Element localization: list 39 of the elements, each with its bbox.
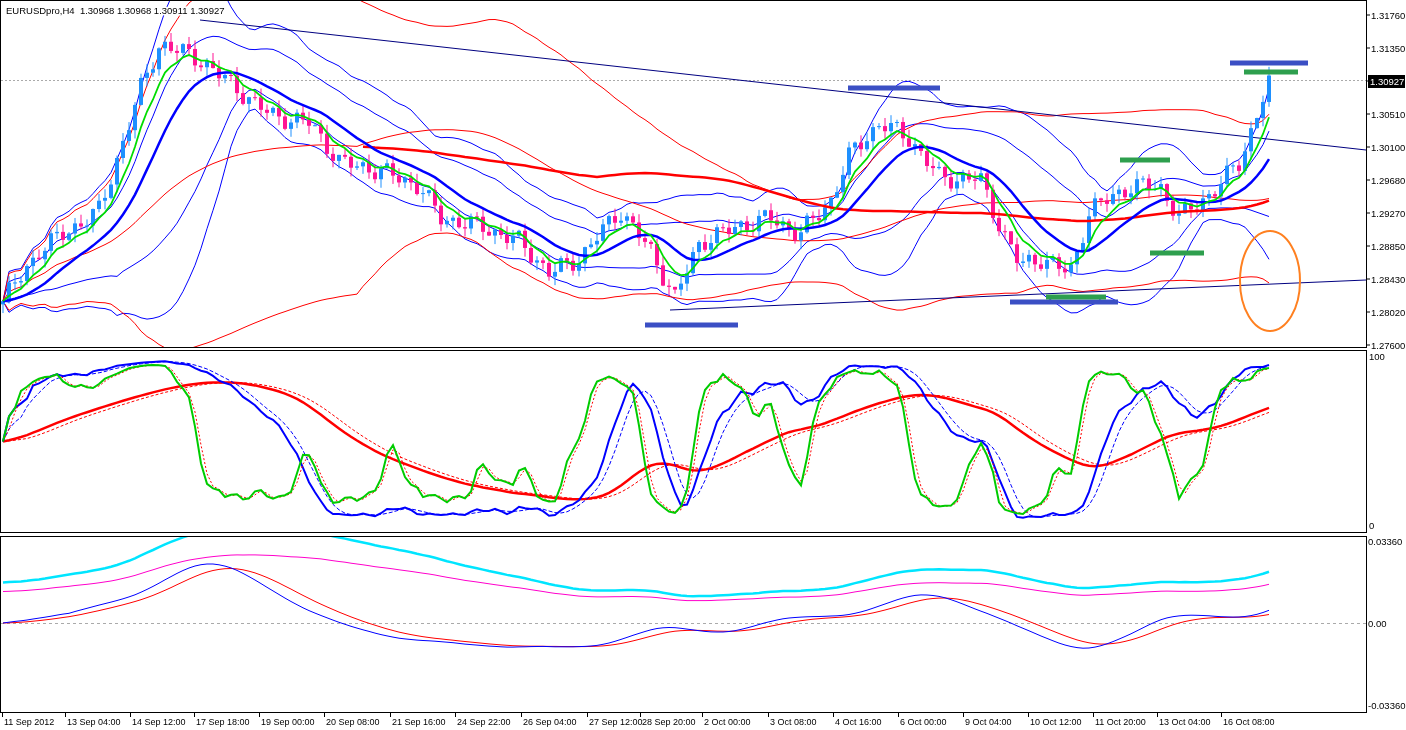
time-label: 13 Sep 04:00 [67, 717, 121, 727]
axis-label: 1.31350 [1371, 43, 1406, 54]
time-label: 10 Oct 12:00 [1030, 717, 1082, 727]
axis-label: 0.03360 [1368, 536, 1403, 547]
axis-label: 1.28430 [1371, 274, 1406, 285]
time-label: 20 Sep 08:00 [326, 717, 380, 727]
time-label: 13 Oct 04:00 [1159, 717, 1211, 727]
axis-label: 1.28020 [1371, 307, 1406, 318]
level-marker [1244, 69, 1298, 75]
axis-label: 1.28850 [1371, 241, 1406, 252]
time-label: 24 Sep 22:00 [457, 717, 511, 727]
time-label: 14 Sep 12:00 [132, 717, 186, 727]
time-label: 11 Oct 20:00 [1095, 717, 1146, 727]
level-marker [1150, 250, 1204, 256]
time-label: 28 Sep 20:00 [642, 717, 696, 727]
axis-label: 0.00 [1368, 618, 1387, 629]
axis-label: 1.30510 [1371, 109, 1406, 120]
time-label: 2 Oct 00:00 [704, 717, 751, 727]
time-label: 27 Sep 12:00 [589, 717, 643, 727]
axis-label: 1.31760 [1371, 10, 1406, 21]
time-label: 3 Oct 08:00 [770, 717, 817, 727]
time-label: 4 Oct 16:00 [835, 717, 882, 727]
axis-label: -0.03360 [1368, 700, 1406, 711]
time-label: 6 Oct 00:00 [900, 717, 947, 727]
level-marker [1120, 157, 1170, 163]
axis-label: 1.30100 [1371, 142, 1406, 153]
time-label: 17 Sep 18:00 [196, 717, 250, 727]
axis-label: 1.29680 [1371, 175, 1406, 186]
axis-label: 1.27600 [1371, 340, 1406, 351]
time-label: 16 Oct 08:00 [1223, 717, 1275, 727]
time-label: 21 Sep 16:00 [392, 717, 446, 727]
axis-label: 1.29270 [1371, 208, 1406, 219]
time-label: 9 Oct 04:00 [965, 717, 1012, 727]
time-label: 26 Sep 04:00 [523, 717, 577, 727]
time-label: 11 Sep 2012 [4, 717, 55, 727]
time-label: 19 Sep 00:00 [261, 717, 315, 727]
axis-label: 100 [1369, 351, 1385, 362]
axis-label: 0 [1369, 520, 1375, 531]
current-price-tag: 1.30927 [1368, 75, 1405, 88]
